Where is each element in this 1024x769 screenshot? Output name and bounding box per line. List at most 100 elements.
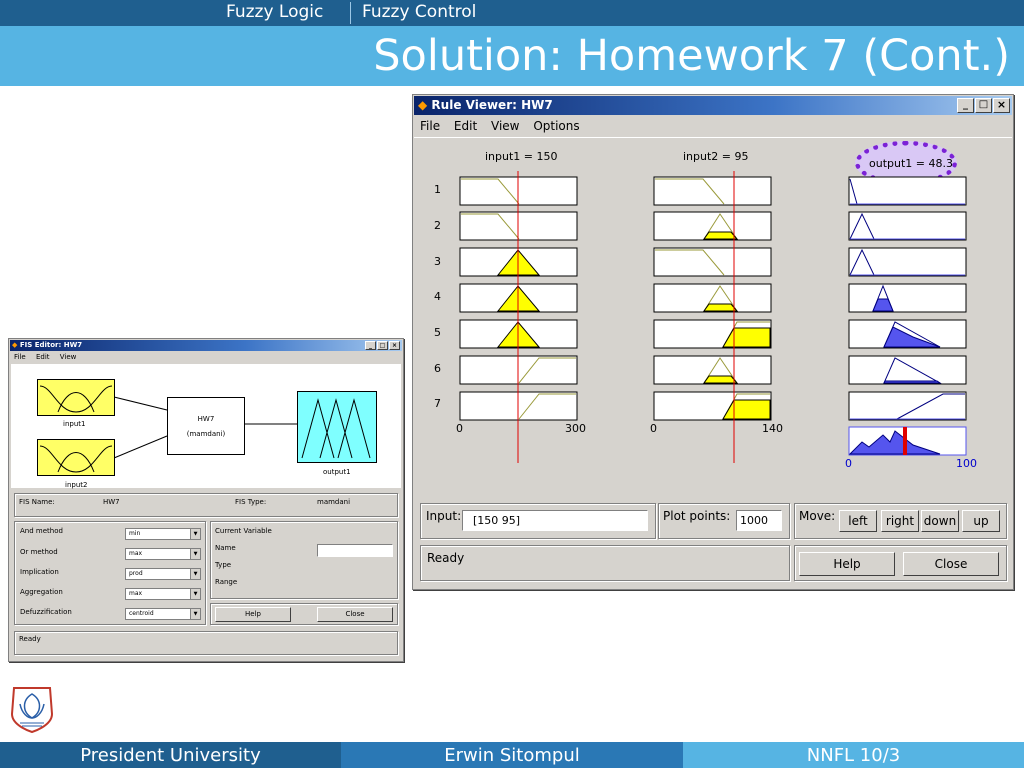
move-up-button[interactable]: up xyxy=(962,510,1000,532)
variable-name-field[interactable] xyxy=(317,544,393,557)
minimize-icon[interactable]: _ xyxy=(365,341,376,350)
header-top-band xyxy=(0,0,1024,26)
implication-value: prod xyxy=(129,570,143,577)
chevron-down-icon: ▼ xyxy=(190,589,200,599)
move-label: Move: xyxy=(799,509,836,523)
rule-buttons-group: Help Close xyxy=(794,545,1007,581)
aggregation-select[interactable]: max ▼ xyxy=(125,588,201,600)
input2-column xyxy=(653,171,772,463)
input1-label: input1 xyxy=(63,420,86,428)
plot-points-value: 1000 xyxy=(740,514,768,527)
aggregation-label: Aggregation xyxy=(20,588,63,596)
footer-center: Erwin Sitompul xyxy=(341,742,683,768)
menu-file[interactable]: File xyxy=(14,353,26,361)
fis-editor-titlebar[interactable]: ◆ FIS Editor: HW7 xyxy=(10,340,402,351)
output1-label: output1 xyxy=(323,468,351,476)
output-axis-max: 100 xyxy=(956,457,977,470)
close-button[interactable]: Close xyxy=(317,607,393,622)
input1-block[interactable] xyxy=(37,379,115,416)
methods-group: And method min ▼ Or method max ▼ Implica… xyxy=(14,521,206,625)
input-label: Input: xyxy=(426,509,462,523)
system-type: (mamdani) xyxy=(186,430,226,438)
output1-mf-icon xyxy=(301,398,371,459)
slide-title: Solution: Homework 7 (Cont.) xyxy=(373,31,1010,81)
defuzzification-label: Defuzzification xyxy=(20,608,72,616)
footer-right: NNFL 10/3 xyxy=(683,742,1024,768)
and-method-value: min xyxy=(129,530,141,537)
output1-block[interactable] xyxy=(297,391,377,463)
plot-points-group: Plot points: 1000 xyxy=(658,503,790,539)
footer-left: President University xyxy=(0,742,341,768)
help-button[interactable]: Help xyxy=(215,607,291,622)
or-method-value: max xyxy=(129,550,143,557)
output-column xyxy=(848,176,967,456)
fis-status-bar: Ready xyxy=(14,631,398,655)
input2-block[interactable] xyxy=(37,439,115,476)
input2-label: input2 xyxy=(65,481,88,489)
fis-editor-menubar: File Edit View xyxy=(14,353,76,361)
fis-type-value: mamdani xyxy=(317,498,351,506)
header-tab-fuzzy-control: Fuzzy Control xyxy=(362,2,477,22)
header-tab-separator xyxy=(350,2,351,24)
system-block[interactable]: HW7 (mamdani) xyxy=(167,397,245,455)
name-label: Name xyxy=(215,544,236,552)
rule2-output-plot xyxy=(848,211,967,241)
rule-viewer-window: ◆ Rule Viewer: HW7 _ □ × File Edit View … xyxy=(412,94,1014,590)
chevron-down-icon: ▼ xyxy=(190,569,200,579)
move-left-button[interactable]: left xyxy=(839,510,877,532)
defuzzified-output-marker xyxy=(903,427,907,455)
fis-name-value: HW7 xyxy=(103,498,120,506)
maximize-icon[interactable]: □ xyxy=(377,341,388,350)
help-button[interactable]: Help xyxy=(799,552,895,576)
input1-mf-icon xyxy=(39,385,113,413)
fis-editor-title: FIS Editor: HW7 xyxy=(19,341,83,349)
rule3-output-plot xyxy=(848,247,967,277)
rule1-output-plot xyxy=(848,176,967,206)
input2-axis-min: 0 xyxy=(650,422,657,435)
defuzzification-select[interactable]: centroid ▼ xyxy=(125,608,201,620)
close-icon[interactable]: × xyxy=(389,341,400,350)
aggregation-value: max xyxy=(129,590,143,597)
system-name: HW7 xyxy=(197,415,215,423)
rule-status-text: Ready xyxy=(427,551,465,565)
and-method-select[interactable]: min ▼ xyxy=(125,528,201,540)
close-button[interactable]: Close xyxy=(903,552,999,576)
chevron-down-icon: ▼ xyxy=(190,529,200,539)
menu-view[interactable]: View xyxy=(60,353,77,361)
plot-points-field[interactable]: 1000 xyxy=(736,510,782,531)
implication-label: Implication xyxy=(20,568,59,576)
rule6-output-plot xyxy=(848,355,967,385)
input-vector-value: [150 95] xyxy=(473,514,521,527)
fis-name-label: FIS Name: xyxy=(19,498,55,506)
rule-status-bar: Ready xyxy=(420,545,790,581)
rule4-input2-mf xyxy=(703,303,739,312)
fis-status-text: Ready xyxy=(19,635,41,643)
fis-editor-window: ◆ FIS Editor: HW7 _ □ × File Edit View i… xyxy=(8,338,404,662)
fis-buttons-group: Help Close xyxy=(210,603,398,625)
rule4-output-plot xyxy=(848,283,967,313)
input2-axis-max: 140 xyxy=(762,422,783,435)
move-down-button[interactable]: down xyxy=(921,510,959,532)
input-group: Input: [150 95] xyxy=(420,503,656,539)
output-axis-min: 0 xyxy=(845,457,852,470)
rule6-input2-mf xyxy=(703,375,739,384)
defuzzification-value: centroid xyxy=(129,610,154,617)
input-vector-field[interactable]: [150 95] xyxy=(462,510,648,531)
range-label: Range xyxy=(215,578,238,586)
menu-edit[interactable]: Edit xyxy=(36,353,50,361)
move-right-button[interactable]: right xyxy=(881,510,919,532)
chevron-down-icon: ▼ xyxy=(190,609,200,619)
or-method-select[interactable]: max ▼ xyxy=(125,548,201,560)
input1-axis-min: 0 xyxy=(456,422,463,435)
rule2-input2-mf xyxy=(703,231,739,240)
fis-type-label: FIS Type: xyxy=(235,498,267,506)
move-group: Move: left right down up xyxy=(794,503,1007,539)
header-tab-fuzzy-logic: Fuzzy Logic xyxy=(226,2,324,22)
input1-axis-max: 300 xyxy=(565,422,586,435)
current-variable-label: Current Variable xyxy=(215,527,272,535)
fis-diagram-canvas: input1 input2 HW7 (mamdani) output1 xyxy=(11,364,401,489)
implication-select[interactable]: prod ▼ xyxy=(125,568,201,580)
rule6-output-mf xyxy=(883,380,942,384)
current-variable-group: Current Variable Name Type Range xyxy=(210,521,398,599)
input2-mf-icon xyxy=(39,445,113,473)
